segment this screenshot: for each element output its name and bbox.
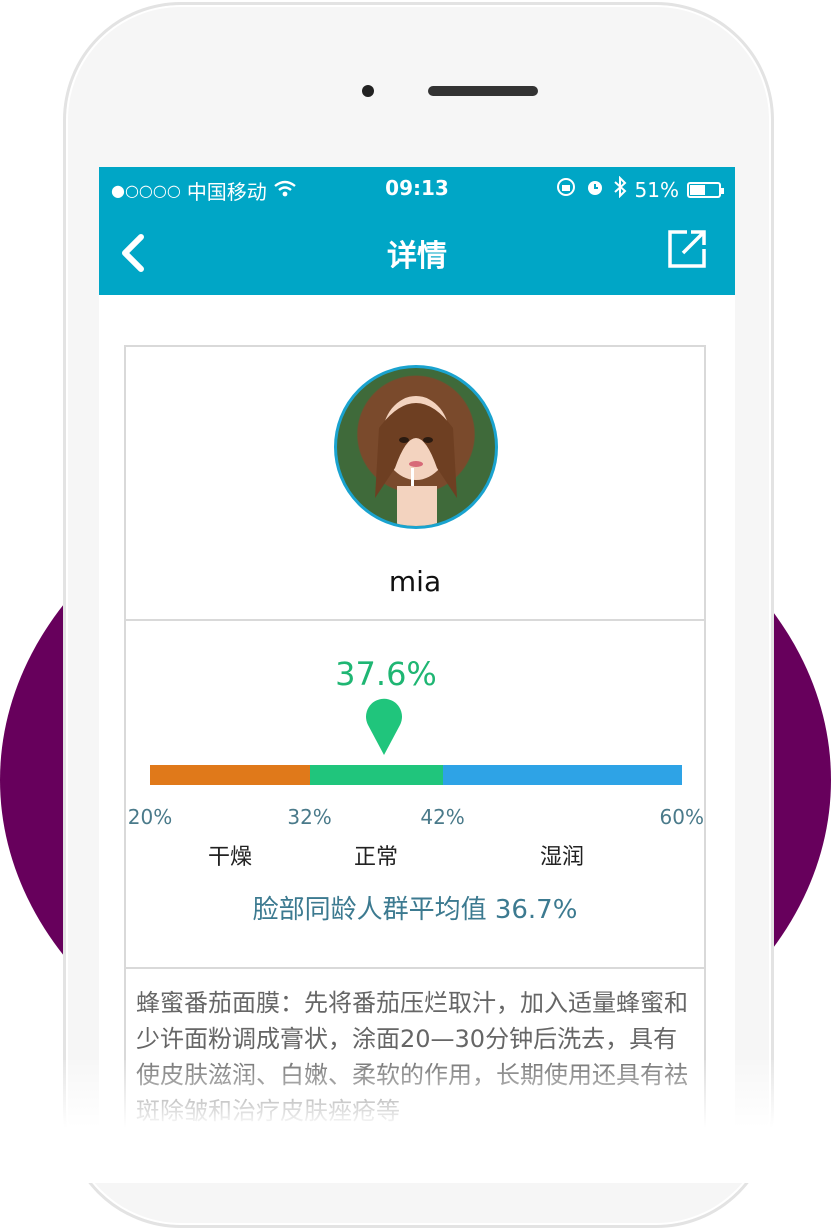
zone-label-moist: 湿润	[540, 845, 585, 870]
moisture-section: 37.6% 20% 32% 42% 60% 干燥 正常 湿润 脸部同龄人群平均值…	[126, 621, 704, 969]
scale-tick: 20%	[127, 805, 173, 829]
scale-segment	[150, 765, 310, 785]
scale-segment	[309, 765, 443, 785]
bluetooth-icon	[613, 175, 627, 203]
battery-percent: 51%	[634, 177, 679, 202]
bottom-fade	[0, 1060, 831, 1183]
navigation-bar: 详情	[99, 211, 735, 295]
scale-segment	[442, 765, 682, 785]
moisture-scale-bar	[150, 765, 682, 785]
battery-icon	[687, 181, 724, 198]
peer-average: 脸部同龄人群平均值 36.7%	[252, 895, 578, 925]
detail-card: mia 37.6% 20% 32% 42% 60% 干燥 正常 湿润 脸部同龄人…	[124, 345, 706, 1183]
scale-tick: 42%	[420, 805, 465, 829]
zone-label-dry: 干燥	[208, 845, 253, 870]
scale-tick: 32%	[287, 805, 332, 829]
moisture-value: 37.6%	[335, 655, 437, 693]
profile-section: mia	[126, 347, 704, 621]
alarm-icon	[585, 177, 605, 202]
share-button[interactable]	[663, 227, 709, 273]
scale-tick: 60%	[659, 805, 704, 829]
page-title: 详情	[387, 239, 447, 274]
zone-label-normal: 正常	[354, 845, 399, 870]
speaker-grille	[428, 86, 538, 96]
phone-screen: ●○○○○ 中国移动 09:13 51% 详情 mia 37.6% 20% 32…	[99, 167, 735, 1183]
status-bar: ●○○○○ 中国移动 09:13 51%	[99, 167, 735, 211]
front-camera	[362, 85, 374, 97]
rotation-lock-icon	[555, 177, 577, 202]
value-marker-icon	[366, 698, 403, 755]
username: mia	[388, 565, 442, 598]
avatar	[334, 365, 498, 529]
share-icon	[668, 230, 706, 268]
